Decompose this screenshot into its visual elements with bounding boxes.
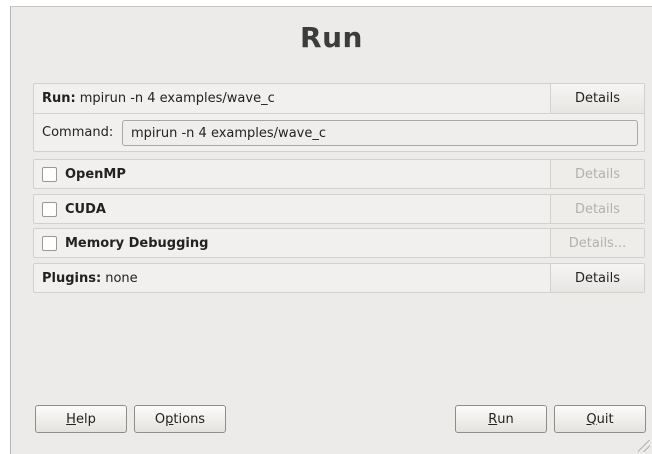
- help-button[interactable]: Help: [35, 405, 127, 433]
- openmp-panel: OpenMP Details: [33, 159, 645, 189]
- run-summary: Run: mpirun -n 4 examples/wave_c: [42, 84, 275, 113]
- run-dialog: Run Run: mpirun -n 4 examples/wave_c Det…: [10, 6, 652, 454]
- command-label: Command:: [42, 125, 114, 140]
- quit-label: uit: [596, 411, 614, 427]
- openmp-row: OpenMP: [42, 160, 126, 188]
- command-field[interactable]: mpirun -n 4 examples/wave_c: [122, 120, 638, 146]
- run-button[interactable]: Run: [455, 405, 547, 433]
- quit-mnemonic: Q: [586, 411, 597, 427]
- quit-button[interactable]: Quit: [554, 405, 646, 433]
- plugins-label: Plugins:: [42, 270, 102, 286]
- openmp-details-button[interactable]: Details: [550, 160, 644, 188]
- resize-grip-icon[interactable]: [638, 440, 650, 452]
- plugins-summary: Plugins: none: [42, 264, 138, 292]
- options-label-end: tions: [173, 411, 206, 427]
- run-label-text: un: [497, 411, 514, 427]
- plugins-panel: Plugins: none Details: [33, 263, 645, 293]
- run-panel: Run: mpirun -n 4 examples/wave_c Details…: [33, 83, 645, 152]
- memory-debugging-checkbox[interactable]: [42, 235, 57, 251]
- run-mnemonic: R: [488, 411, 498, 427]
- title-bar: Run: [11, 7, 652, 71]
- cuda-details-button[interactable]: Details: [550, 195, 644, 223]
- cuda-panel: CUDA Details: [33, 194, 645, 224]
- memory-debugging-panel: Memory Debugging Details...: [33, 228, 645, 258]
- command-row: Command: mpirun -n 4 examples/wave_c: [34, 113, 644, 151]
- run-label: Run:: [42, 91, 76, 106]
- openmp-checkbox[interactable]: [42, 166, 57, 182]
- openmp-label: OpenMP: [65, 166, 126, 182]
- options-button[interactable]: Op tions: [134, 405, 226, 433]
- cuda-row: CUDA: [42, 195, 106, 223]
- help-mnemonic: H: [66, 411, 76, 427]
- options-label-start: O: [154, 411, 166, 427]
- run-details-button[interactable]: Details: [550, 84, 644, 113]
- help-label: elp: [75, 411, 96, 427]
- run-command-summary: mpirun -n 4 examples/wave_c: [79, 91, 275, 106]
- options-mnemonic: p: [165, 411, 174, 427]
- cuda-label: CUDA: [65, 201, 106, 217]
- cuda-checkbox[interactable]: [42, 201, 57, 217]
- plugins-details-button[interactable]: Details: [550, 264, 644, 292]
- dialog-title: Run: [300, 21, 363, 54]
- memory-debugging-details-button[interactable]: Details...: [550, 229, 644, 257]
- plugins-value: none: [105, 270, 138, 286]
- memory-debugging-label: Memory Debugging: [65, 235, 209, 251]
- memory-debugging-row: Memory Debugging: [42, 229, 208, 257]
